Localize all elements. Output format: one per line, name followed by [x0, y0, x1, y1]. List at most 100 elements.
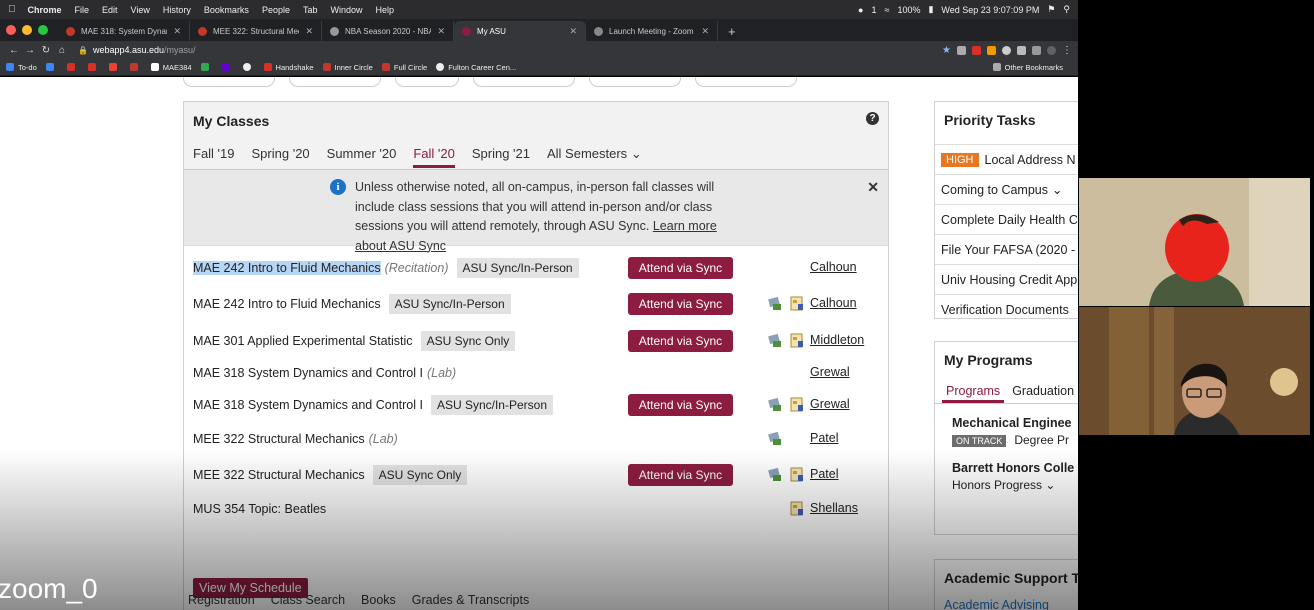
bookmark-yahoo[interactable]	[221, 63, 234, 71]
menu-file[interactable]: File	[75, 5, 90, 15]
menu-history[interactable]: History	[163, 5, 191, 15]
pill-button[interactable]	[183, 77, 275, 87]
instructor-link[interactable]: Calhoun	[810, 296, 857, 310]
star-icon[interactable]: ★	[942, 45, 951, 56]
bookmark-icon[interactable]	[129, 63, 142, 71]
class-name-link[interactable]: MAE 242 Intro to Fluid Mechanics	[193, 261, 381, 275]
tab-nba[interactable]: NBA Season 2020 - NBA Strea ✕	[322, 21, 454, 41]
adblock-icon[interactable]	[972, 45, 981, 55]
instructor-link[interactable]: Patel	[810, 467, 839, 481]
bookmark-fulton-career[interactable]: Fulton Career Cen...	[436, 63, 516, 72]
tab-summer-20[interactable]: Summer '20	[327, 146, 397, 168]
class-name-link[interactable]: MAE 242 Intro to Fluid Mechanics	[193, 297, 381, 311]
class-name-link[interactable]: MAE 318 System Dynamics and Control I	[193, 366, 423, 380]
class-name-link[interactable]: MEE 322 Structural Mechanics	[193, 468, 365, 482]
academic-advising-link[interactable]: Academic Advising	[935, 592, 1078, 610]
bookmark-icon[interactable]	[200, 63, 213, 71]
program-item[interactable]: Mechanical Enginee ON TRACK Degree Pr	[935, 404, 1078, 447]
bookmark-mae384[interactable]: MAE384	[150, 63, 192, 72]
book-download-icon[interactable]	[768, 467, 782, 482]
battery-icon[interactable]: ▮	[928, 4, 933, 15]
instructor-link[interactable]: Middleton	[810, 333, 864, 347]
attend-via-sync-button[interactable]: Attend via Sync	[628, 464, 733, 486]
bookmark-icon[interactable]	[66, 63, 79, 71]
bookmark-inner-circle[interactable]: Inner Circle	[322, 63, 373, 72]
attend-via-sync-button[interactable]: Attend via Sync	[628, 257, 733, 279]
pill-button[interactable]	[289, 77, 381, 87]
tab-fall-20[interactable]: Fall '20	[413, 146, 455, 168]
link-grades-transcripts[interactable]: Grades & Transcripts	[412, 593, 529, 607]
clock[interactable]: Wed Sep 23 9:07:09 PM	[941, 5, 1039, 15]
syllabus-icon[interactable]	[790, 501, 804, 516]
attend-via-sync-button[interactable]: Attend via Sync	[628, 330, 733, 352]
pill-button[interactable]	[395, 77, 459, 87]
participant-video-1[interactable]	[1079, 178, 1310, 306]
menu-people[interactable]: People	[262, 5, 290, 15]
menu-bookmarks[interactable]: Bookmarks	[204, 5, 249, 15]
tab-mae318[interactable]: MAE 318: System Dynamics an ✕	[58, 21, 190, 41]
class-name-link[interactable]: MAE 301 Applied Experimental Statistic	[193, 334, 413, 348]
close-tab-icon[interactable]: ✕	[437, 26, 445, 37]
syllabus-icon[interactable]	[790, 467, 804, 482]
task-housing-credit[interactable]: Univ Housing Credit App	[935, 264, 1078, 294]
bookmark-icon[interactable]	[108, 63, 121, 71]
pill-button[interactable]	[695, 77, 797, 87]
link-class-search[interactable]: Class Search	[271, 593, 345, 607]
bookmark-handshake[interactable]: Handshake	[263, 63, 314, 72]
extension-icon[interactable]	[1002, 45, 1011, 55]
kebab-menu-icon[interactable]: ⋮	[1062, 45, 1072, 56]
close-window-icon[interactable]	[6, 25, 16, 35]
task-verification[interactable]: Verification Documents	[935, 294, 1078, 318]
close-tab-icon[interactable]: ✕	[173, 26, 181, 37]
close-tab-icon[interactable]: ✕	[701, 26, 709, 37]
wechat-icon[interactable]: ●	[858, 5, 863, 15]
puzzle-icon[interactable]	[1017, 45, 1026, 55]
task-local-address[interactable]: HIGH Local Address N	[935, 144, 1078, 174]
tab-graduation[interactable]: Graduation	[1008, 380, 1078, 403]
amazon-icon[interactable]	[987, 45, 996, 55]
extension-icon[interactable]	[957, 45, 966, 55]
apple-icon[interactable]: 	[8, 4, 16, 15]
task-coming-to-campus[interactable]: Coming to Campus ⌄	[935, 174, 1078, 204]
tab-mee322[interactable]: MEE 322: Structural Mechanic ✕	[190, 21, 322, 41]
help-icon[interactable]: ?	[866, 112, 879, 125]
pill-button[interactable]	[589, 77, 681, 87]
bookmark-icon[interactable]	[87, 63, 100, 71]
book-download-icon[interactable]	[768, 333, 782, 348]
link-registration[interactable]: Registration	[188, 593, 255, 607]
reload-icon[interactable]: ↻	[38, 45, 54, 56]
new-tab-button[interactable]: +	[718, 21, 746, 41]
tab-programs[interactable]: Programs	[942, 380, 1005, 403]
instructor-link[interactable]: Grewal	[810, 365, 850, 379]
menu-app[interactable]: Chrome	[28, 5, 62, 15]
instructor-link[interactable]: Patel	[810, 431, 839, 445]
menu-help[interactable]: Help	[376, 5, 395, 15]
program-item[interactable]: Barrett Honors Colle Honors Progress ⌄	[935, 447, 1078, 492]
close-notice-icon[interactable]: ✕	[867, 179, 879, 196]
menu-edit[interactable]: Edit	[102, 5, 118, 15]
chevron-down-icon[interactable]: ⌄	[1045, 478, 1055, 492]
syllabus-icon[interactable]	[790, 333, 804, 348]
attend-via-sync-button[interactable]: Attend via Sync	[628, 394, 733, 416]
book-download-icon[interactable]	[768, 296, 782, 311]
bookmark-calendar[interactable]	[45, 63, 58, 71]
search-icon[interactable]: ⚲	[1063, 4, 1070, 15]
close-tab-icon[interactable]: ✕	[305, 26, 313, 37]
bookmark-full-circle[interactable]: Full Circle	[381, 63, 427, 72]
class-name-link[interactable]: MUS 354 Topic: Beatles	[193, 502, 326, 516]
bookmark-icon[interactable]	[242, 63, 255, 71]
bookmark-other[interactable]: Other Bookmarks	[992, 63, 1063, 72]
minimize-window-icon[interactable]	[22, 25, 32, 35]
instructor-link[interactable]: Calhoun	[810, 260, 857, 274]
maximize-window-icon[interactable]	[38, 25, 48, 35]
class-name-link[interactable]: MAE 318 System Dynamics and Control I	[193, 398, 423, 412]
menu-window[interactable]: Window	[330, 5, 362, 15]
pill-button[interactable]	[473, 77, 575, 87]
wifi-icon[interactable]: ≈	[884, 5, 889, 15]
class-name-link[interactable]: MEE 322 Structural Mechanics	[193, 432, 365, 446]
close-tab-icon[interactable]: ✕	[569, 26, 577, 37]
tab-zoom[interactable]: Launch Meeting - Zoom ✕	[586, 21, 718, 41]
participant-video-2[interactable]	[1079, 307, 1310, 435]
menu-tab[interactable]: Tab	[303, 5, 318, 15]
back-icon[interactable]: ←	[6, 45, 22, 56]
